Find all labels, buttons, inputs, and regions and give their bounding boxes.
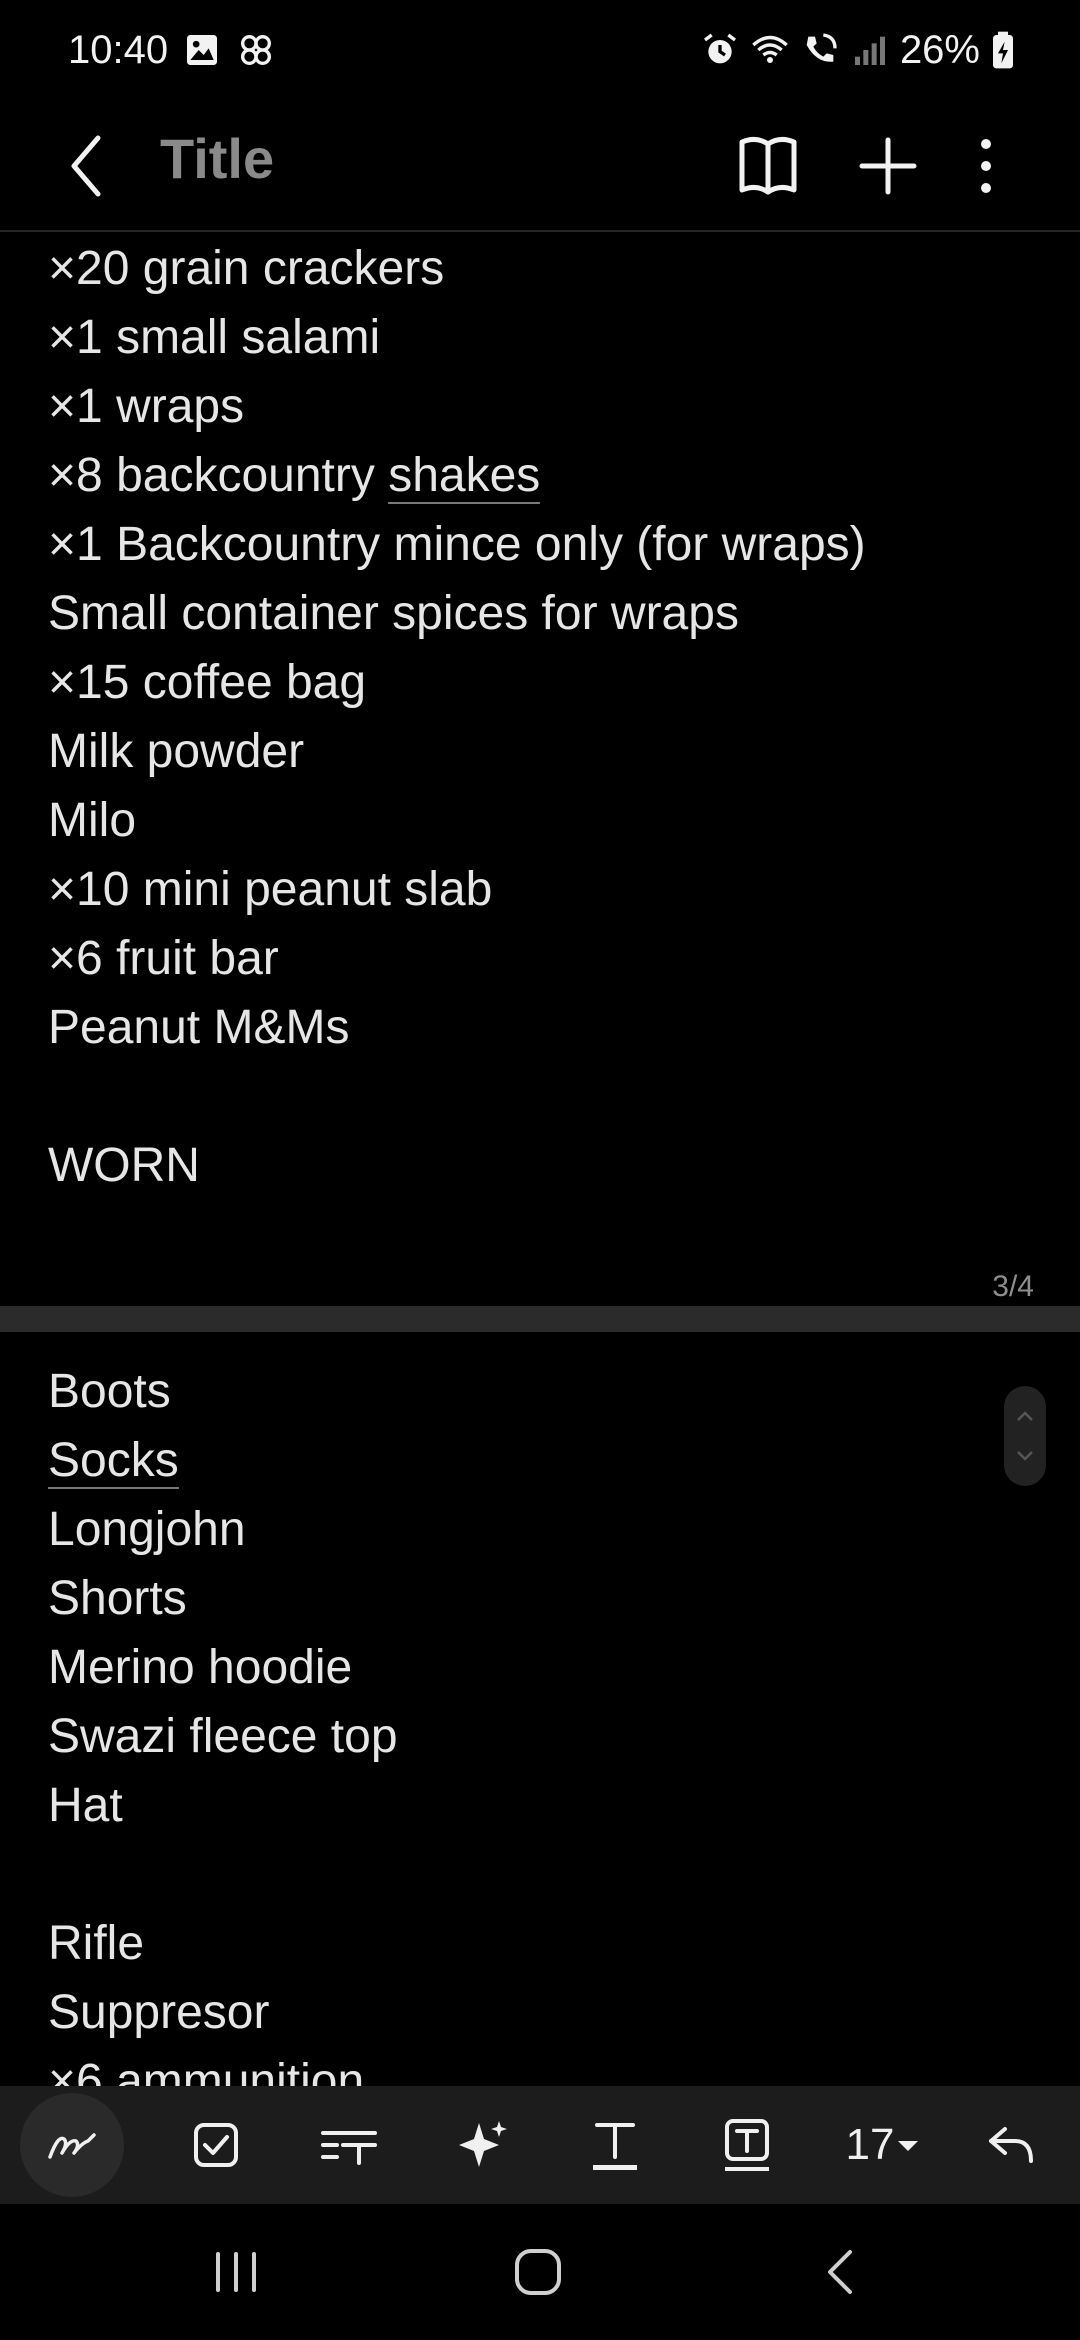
recent-apps-icon[interactable] xyxy=(196,2232,276,2312)
list-item[interactable]: ×1 wraps xyxy=(48,372,244,441)
scroll-handle[interactable] xyxy=(1004,1386,1046,1486)
battery-percent: 26% xyxy=(899,27,980,72)
list-item[interactable]: ×1 small salami xyxy=(48,303,380,372)
alarm-icon xyxy=(703,33,736,64)
list-item[interactable]: Socks xyxy=(48,1426,179,1495)
sparkle-icon xyxy=(459,2121,507,2167)
list-item[interactable]: ×1 Backcountry mince only (for wraps) xyxy=(48,510,866,579)
list-item[interactable]: Merino hoodie xyxy=(48,1633,352,1702)
note-title[interactable]: Title xyxy=(160,126,274,191)
list-item[interactable]: ×10 mini peanut slab xyxy=(48,855,492,924)
font-size-dropdown[interactable]: 17 xyxy=(834,2104,934,2186)
list-item[interactable]: Small container spices for wraps xyxy=(48,579,739,648)
spellcheck-word[interactable]: Socks xyxy=(48,1434,179,1489)
back-arrow-icon[interactable] xyxy=(58,122,122,210)
text-highlight-button[interactable] xyxy=(712,2104,782,2186)
list-item[interactable]: Suppresor xyxy=(48,1978,269,2047)
clock: 10:40 xyxy=(68,27,169,72)
list-item[interactable]: Milo xyxy=(48,786,136,855)
undo-button[interactable] xyxy=(976,2104,1046,2186)
chevron-down-icon xyxy=(898,2141,919,2151)
checkbox-button[interactable] xyxy=(184,2104,248,2186)
text-color-icon xyxy=(593,2123,637,2170)
list-item[interactable]: Swazi fleece top xyxy=(48,1702,398,1771)
list-item[interactable]: Hat xyxy=(48,1771,123,1840)
undo-icon xyxy=(989,2127,1033,2163)
app-bar: Title xyxy=(0,100,1080,232)
spellcheck-word[interactable]: shakes xyxy=(388,449,541,504)
list-item[interactable]: ×6 fruit bar xyxy=(48,924,279,993)
ai-assist-button[interactable] xyxy=(448,2104,518,2186)
list-item[interactable]: Longjohn xyxy=(48,1495,246,1564)
note-content[interactable]: ×20 grain crackers ×1 small salami ×1 wr… xyxy=(0,234,1080,2086)
editor-toolbar: 17 xyxy=(0,2086,1080,2204)
status-left: 10:40 xyxy=(68,28,276,73)
list-item-text-part: ×8 backcountry xyxy=(48,449,389,502)
wifi-icon xyxy=(752,35,788,63)
text-highlight-icon xyxy=(725,2119,769,2171)
text-style-icon xyxy=(321,2131,377,2165)
list-item[interactable]: Peanut M&Ms xyxy=(48,993,349,1062)
system-nav-bar xyxy=(0,2204,1080,2340)
font-size-value: 17 xyxy=(845,2120,895,2169)
add-icon[interactable] xyxy=(856,122,920,210)
list-item[interactable]: Shorts xyxy=(48,1564,187,1633)
list-item[interactable]: Milk powder xyxy=(48,717,304,786)
signal-icon xyxy=(854,36,885,65)
battery-icon xyxy=(993,31,1013,69)
list-item[interactable]: Rifle xyxy=(48,1909,144,1978)
list-item[interactable]: Boots xyxy=(48,1357,171,1426)
note-page-3[interactable]: ×20 grain crackers ×1 small salami ×1 wr… xyxy=(0,234,1080,1306)
checkbox-icon xyxy=(194,2123,238,2167)
handwriting-icon xyxy=(48,2133,96,2159)
pen-mode-button[interactable] xyxy=(20,2093,124,2197)
pinwheel-icon xyxy=(241,35,272,65)
reading-mode-icon[interactable] xyxy=(736,126,800,206)
list-item[interactable]: ×6 ammunition xyxy=(48,2047,364,2086)
page-divider xyxy=(0,1306,1080,1332)
wifi-calling-icon xyxy=(806,33,837,62)
status-bar: 10:40 26% xyxy=(0,0,1080,100)
page-indicator: 3/4 xyxy=(992,1270,1034,1303)
nav-back-icon[interactable] xyxy=(802,2232,882,2312)
list-item[interactable]: ×20 grain crackers xyxy=(48,234,444,303)
text-color-button[interactable] xyxy=(580,2104,650,2186)
scroll-chevrons-icon xyxy=(1017,1411,1033,1461)
more-options-icon[interactable] xyxy=(966,122,1006,210)
text-style-button[interactable] xyxy=(314,2104,384,2186)
section-heading[interactable]: WORN xyxy=(48,1131,200,1200)
image-icon xyxy=(187,35,218,65)
list-item[interactable]: ×8 backcountry shakes xyxy=(48,441,541,510)
list-item[interactable]: ×15 coffee bag xyxy=(48,648,366,717)
note-page-4[interactable]: Boots Socks Longjohn Shorts Merino hoodi… xyxy=(0,1332,1080,2086)
status-right: 26% xyxy=(700,28,1016,73)
home-icon[interactable] xyxy=(498,2232,578,2312)
